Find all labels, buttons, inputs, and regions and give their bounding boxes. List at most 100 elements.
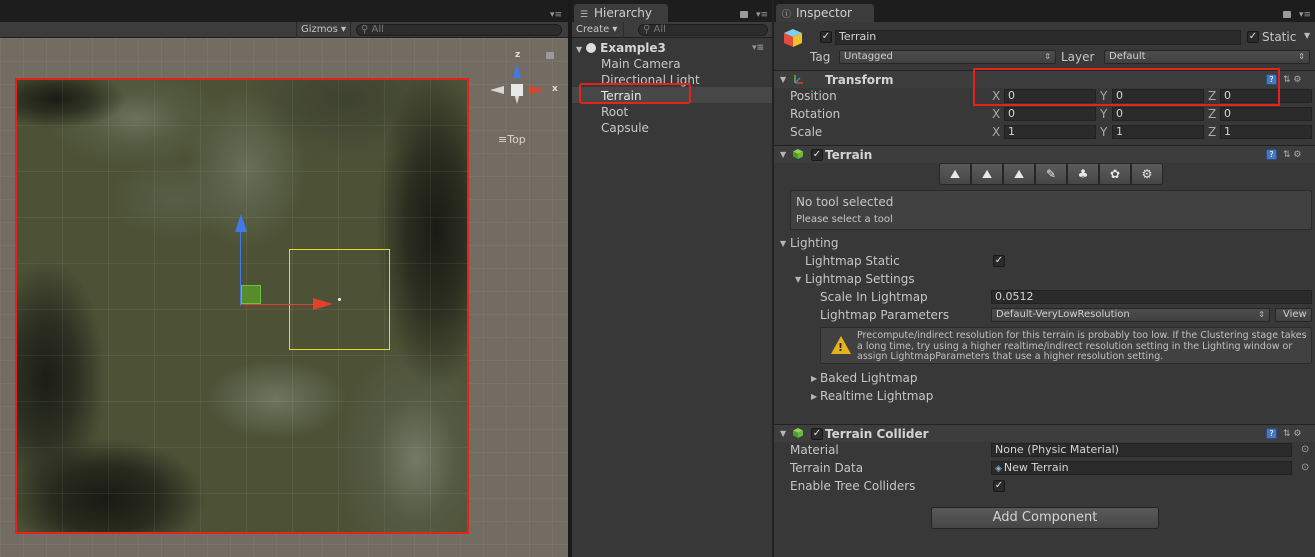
view-mode-label[interactable]: ≡Top (498, 133, 526, 146)
scene-menu-icon[interactable]: ▾≡ (752, 40, 764, 56)
view-button[interactable]: View (1275, 308, 1312, 322)
terrain-settings-button[interactable]: ⚙ (1131, 163, 1163, 185)
scale-y-field[interactable]: 1 (1112, 125, 1204, 139)
lock-icon[interactable] (740, 11, 748, 18)
rotation-x-axis-label[interactable]: X (992, 105, 1004, 123)
scale-y-axis-label[interactable]: Y (1100, 123, 1112, 141)
static-checkbox[interactable]: ✓ (1247, 31, 1259, 43)
paint-height-icon: ⛰ (981, 167, 993, 181)
menu-lines-icon: ≡ (498, 133, 508, 146)
collapsed-triangle-icon[interactable]: ▶ (811, 374, 817, 383)
rotation-y-axis-label[interactable]: Y (1100, 105, 1112, 123)
gear-icon[interactable]: ⚙ (1293, 150, 1301, 160)
create-dropdown[interactable]: Create ▾ (576, 22, 625, 38)
hierarchy-search-input[interactable]: ⚲ All (638, 24, 768, 36)
info-icon: ⓘ (782, 10, 792, 20)
gizmos-dropdown[interactable]: Gizmos ▾ (296, 22, 352, 38)
rotation-x-field[interactable]: 0 (1004, 107, 1096, 121)
preset-icon[interactable]: ⇅ (1283, 75, 1291, 85)
orientation-z-label: z (515, 50, 521, 60)
realtime-lightmap-foldout[interactable]: Realtime Lightmap (820, 387, 980, 405)
expand-triangle-icon[interactable]: ▼ (780, 75, 786, 84)
tag-dropdown[interactable]: Untagged ⇕ (839, 50, 1056, 64)
enable-tree-colliders-label: Enable Tree Colliders (790, 479, 916, 493)
material-field[interactable]: None (Physic Material) (991, 443, 1292, 457)
expand-triangle-icon[interactable]: ▼ (795, 275, 801, 284)
tab-hierarchy[interactable]: ☰ Hierarchy (574, 4, 668, 22)
expand-triangle-icon[interactable]: ▼ (780, 150, 786, 159)
terrain-collider-enabled-checkbox[interactable]: ✓ (811, 428, 823, 440)
layer-dropdown[interactable]: Default ⇕ (1104, 50, 1310, 64)
terrain-collider-header[interactable]: ▼ ✓ Terrain Collider ? ⇅ ⚙ (774, 424, 1315, 442)
move-gizmo-x-arrow[interactable] (313, 298, 333, 310)
tab-inspector[interactable]: ⓘ Inspector (776, 4, 874, 22)
object-picker-icon[interactable]: ⊙ (1301, 444, 1309, 455)
rotation-y-field[interactable]: 0 (1112, 107, 1204, 121)
active-checkbox[interactable]: ✓ (820, 31, 832, 43)
smooth-height-icon: ⛰ (1013, 167, 1025, 181)
lightmap-warning-text: Precompute/indirect resolution for this … (857, 330, 1307, 362)
tab-hierarchy-label: Hierarchy (594, 6, 653, 20)
preset-icon[interactable]: ⇅ (1283, 150, 1291, 160)
lightmap-settings-foldout[interactable]: Lightmap Settings (805, 270, 955, 288)
expand-triangle-icon[interactable]: ▼ (576, 45, 582, 54)
gear-icon[interactable]: ⚙ (1293, 429, 1301, 439)
hierarchy-panel: ☰ Hierarchy ▾≡ Create ▾ ⚲ All ▼ Example3 ▾… (572, 0, 772, 557)
move-gizmo-y-arrow[interactable] (235, 214, 247, 232)
smooth-height-button[interactable]: ⛰ (1003, 163, 1035, 185)
lightmap-parameters-label: Lightmap Parameters (820, 308, 950, 322)
scale-x-axis-label[interactable]: X (992, 123, 1004, 141)
tree-icon: ♣ (1077, 167, 1089, 181)
move-gizmo-x-axis[interactable] (241, 304, 317, 305)
raise-lower-terrain-button[interactable]: ⛰ (939, 163, 971, 185)
place-trees-button[interactable]: ♣ (1067, 163, 1099, 185)
scale-z-field[interactable]: 1 (1220, 125, 1312, 139)
help-icon[interactable]: ? (1266, 428, 1277, 439)
inspector-panel: ⓘ Inspector ▾≡ ✓ Terrain ✓ Static ▼ Tag U… (772, 0, 1315, 557)
scale-in-lightmap-field[interactable]: 0.0512 (991, 290, 1312, 304)
lighting-foldout[interactable]: Lighting (790, 234, 890, 252)
expand-triangle-icon[interactable]: ▼ (780, 239, 786, 248)
rotation-z-field[interactable]: 0 (1220, 107, 1312, 121)
add-component-button[interactable]: Add Component (931, 507, 1159, 529)
enable-tree-colliders-checkbox[interactable]: ✓ (993, 480, 1005, 492)
static-dropdown-icon[interactable]: ▼ (1304, 31, 1310, 40)
orientation-gizmo[interactable]: z x ≡Top (488, 48, 562, 148)
lightmap-warning-box: ! Precompute/indirect resolution for thi… (820, 327, 1312, 364)
hierarchy-item-root[interactable]: Root (601, 104, 628, 120)
scene-toolbar: Gizmos ▾ ⚲ All (0, 22, 568, 38)
paint-details-button[interactable]: ✿ (1099, 163, 1131, 185)
baked-lightmap-foldout[interactable]: Baked Lightmap (820, 369, 980, 387)
panel-menu-icon[interactable]: ▾≡ (1299, 10, 1311, 20)
collapsed-triangle-icon[interactable]: ▶ (811, 392, 817, 401)
rotation-z-axis-label[interactable]: Z (1208, 105, 1220, 123)
scale-x-field[interactable]: 1 (1004, 125, 1096, 139)
paint-texture-button[interactable]: ✎ (1035, 163, 1067, 185)
hierarchy-item-main-camera[interactable]: Main Camera (601, 56, 681, 72)
terrain-data-field[interactable]: ◈ New Terrain (991, 461, 1292, 475)
terrain-component-title: Terrain (825, 148, 873, 162)
lock-icon[interactable] (1283, 11, 1291, 18)
expand-triangle-icon[interactable]: ▼ (780, 429, 786, 438)
move-gizmo-plane-handle[interactable] (241, 285, 261, 304)
gear-icon[interactable]: ⚙ (1293, 75, 1301, 85)
hierarchy-item-capsule[interactable]: Capsule (601, 120, 649, 136)
lightmap-static-checkbox[interactable]: ✓ (993, 255, 1005, 267)
object-name-field[interactable]: Terrain (835, 30, 1241, 45)
material-label: Material (790, 443, 839, 457)
terrain-component-header[interactable]: ▼ ✓ Terrain ? ⇅ ⚙ (774, 145, 1315, 163)
preset-icon[interactable]: ⇅ (1283, 429, 1291, 439)
help-icon[interactable]: ? (1266, 149, 1277, 160)
component-header-icons: ? ⇅ ⚙ (1266, 149, 1302, 160)
panel-menu-icon[interactable]: ▾≡ (756, 10, 768, 20)
panel-menu-icon[interactable]: ▾≡ (550, 10, 562, 20)
scene-root-item[interactable]: ▼ Example3 ▾≡ (576, 40, 764, 56)
scene-search-input[interactable]: ⚲ All (356, 24, 562, 36)
object-picker-icon[interactable]: ⊙ (1301, 462, 1309, 473)
terrain-enabled-checkbox[interactable]: ✓ (811, 149, 823, 161)
terrain-tool-bar: ⛰ ⛰ ⛰ ✎ ♣ ✿ ⚙ (939, 163, 1163, 185)
hierarchy-search-placeholder: All (653, 24, 666, 35)
paint-height-button[interactable]: ⛰ (971, 163, 1003, 185)
scale-z-axis-label[interactable]: Z (1208, 123, 1220, 141)
lightmap-parameters-dropdown[interactable]: Default-VeryLowResolution ⇕ (991, 308, 1270, 322)
